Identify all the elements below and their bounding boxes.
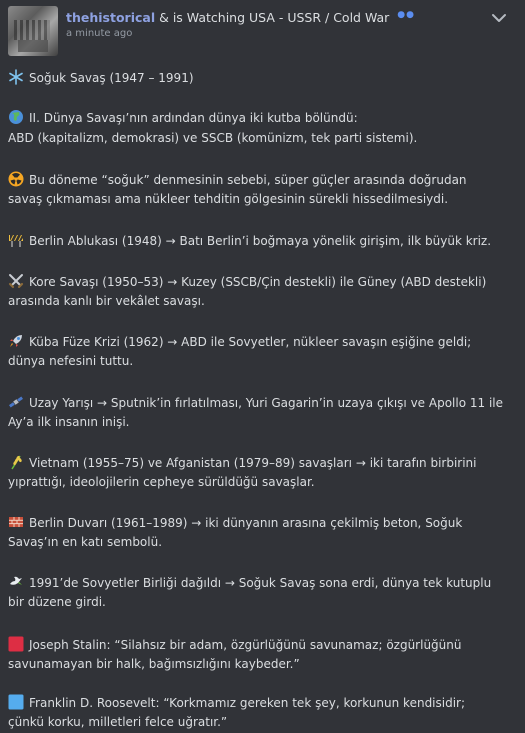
line-text: Berlin Duvarı (1961–1989) → iki dünyanın…: [29, 516, 463, 530]
line-text: savaş çıkmaması ama nükleer tehditin göl…: [8, 192, 449, 206]
post-line: Soğuk Savaş (1947 – 1991): [8, 69, 194, 89]
line-text: ABD (kapitalizm, demokrasi) ve SSCB (kom…: [8, 131, 418, 145]
line-text: Küba Füze Krizi (1962) → ABD ile Sovyetl…: [29, 335, 472, 349]
blue-square-icon: [8, 694, 24, 710]
post-line: savaş çıkmaması ama nükleer tehditin göl…: [8, 190, 448, 210]
post-line: Vietnam (1955–75) ve Afganistan (1979–89…: [8, 454, 477, 474]
line-text: dünya nefesini tuttu.: [8, 354, 134, 368]
post-line: ABD (kapitalizm, demokrasi) ve SSCB (kom…: [8, 129, 417, 149]
line-text: II. Dünya Savaşı’nın ardından dünya iki …: [29, 111, 358, 125]
construction-barrier-icon: [8, 232, 24, 248]
line-text: Savaş’ın en katı sembolü.: [8, 535, 163, 549]
post-line: bir düzene girdi.: [8, 593, 106, 613]
post-line: Berlin Duvarı (1961–1989) → iki dünyanın…: [8, 514, 462, 534]
red-square-icon: [8, 636, 24, 652]
line-text: savunamayan bir halk, bağımsızlığını kay…: [8, 657, 300, 671]
post-line: Joseph Stalin: “Silahsız bir adam, özgür…: [8, 636, 462, 656]
line-text: Bu döneme “soğuk” denmesinin sebebi, süp…: [29, 173, 467, 187]
snowflake-icon: [8, 69, 24, 85]
rocket-icon: [8, 333, 24, 349]
post-line: Savaş’ın en katı sembolü.: [8, 533, 162, 553]
line-text: Uzay Yarışı → Sputnik’in fırlatılması, Y…: [29, 396, 504, 410]
post-line: Franklin D. Roosevelt: “Korkmamız gereke…: [8, 694, 465, 714]
post-line: Kore Savaşı (1950–53) → Kuzey (SSCB/Çin …: [8, 273, 486, 293]
post-header: thehistorical & is Watching USA - USSR /…: [0, 0, 525, 60]
line-text: bir düzene girdi.: [8, 595, 106, 609]
post-line: çünkü korku, milletleri felce uğratır.”: [8, 713, 227, 733]
username[interactable]: thehistorical: [66, 10, 155, 25]
chevron-down-icon[interactable]: [490, 9, 508, 27]
line-text: 1991’de Sovyetler Birliği dağıldı → Soğu…: [29, 576, 492, 590]
post-line: savunamayan bir halk, bağımsızlığını kay…: [8, 655, 300, 675]
status-dots-icon: ●●: [397, 10, 416, 20]
post-line: Küba Füze Krizi (1962) → ABD ile Sovyetl…: [8, 333, 471, 353]
post-line: Bu döneme “soğuk” denmesinin sebebi, süp…: [8, 171, 467, 191]
line-text: Franklin D. Roosevelt: “Korkmamız gereke…: [29, 696, 466, 710]
globe-icon: [8, 109, 24, 125]
brick-icon: [8, 514, 24, 530]
post-line: yıprattığı, ideolojilerin cepheye sürüld…: [8, 473, 315, 493]
line-text: Berlin Ablukası (1948) → Batı Berlin’i b…: [29, 234, 492, 248]
radioactive-icon: [8, 171, 24, 187]
crossed-swords-icon: [8, 273, 24, 289]
timestamp: a minute ago: [66, 28, 133, 39]
line-text: Soğuk Savaş (1947 – 1991): [29, 71, 194, 85]
rice-stalk-icon: [8, 454, 24, 470]
satellite-icon: [8, 394, 24, 410]
post-line: II. Dünya Savaşı’nın ardından dünya iki …: [8, 109, 358, 129]
post-line: 1991’de Sovyetler Birliği dağıldı → Soğu…: [8, 574, 491, 594]
dove-icon: [8, 574, 24, 590]
line-text: Ay’a ilk insanın inişi.: [8, 415, 130, 429]
activity-text: & is Watching USA - USSR / Cold War: [159, 10, 390, 25]
line-text: arasında kanlı bir vekâlet savaşı.: [8, 294, 205, 308]
line-text: Vietnam (1955–75) ve Afganistan (1979–89…: [29, 456, 477, 470]
avatar[interactable]: [8, 6, 58, 56]
line-text: Joseph Stalin: “Silahsız bir adam, özgür…: [29, 638, 462, 652]
post-line: Berlin Ablukası (1948) → Batı Berlin’i b…: [8, 232, 491, 252]
line-text: Kore Savaşı (1950–53) → Kuzey (SSCB/Çin …: [29, 275, 487, 289]
post-line: Ay’a ilk insanın inişi.: [8, 413, 130, 433]
post-line: Uzay Yarışı → Sputnik’in fırlatılması, Y…: [8, 394, 503, 414]
line-text: yıprattığı, ideolojilerin cepheye sürüld…: [8, 475, 315, 489]
post-line: dünya nefesini tuttu.: [8, 352, 133, 372]
post-title: thehistorical & is Watching USA - USSR /…: [66, 10, 415, 25]
post-line: arasında kanlı bir vekâlet savaşı.: [8, 292, 205, 312]
